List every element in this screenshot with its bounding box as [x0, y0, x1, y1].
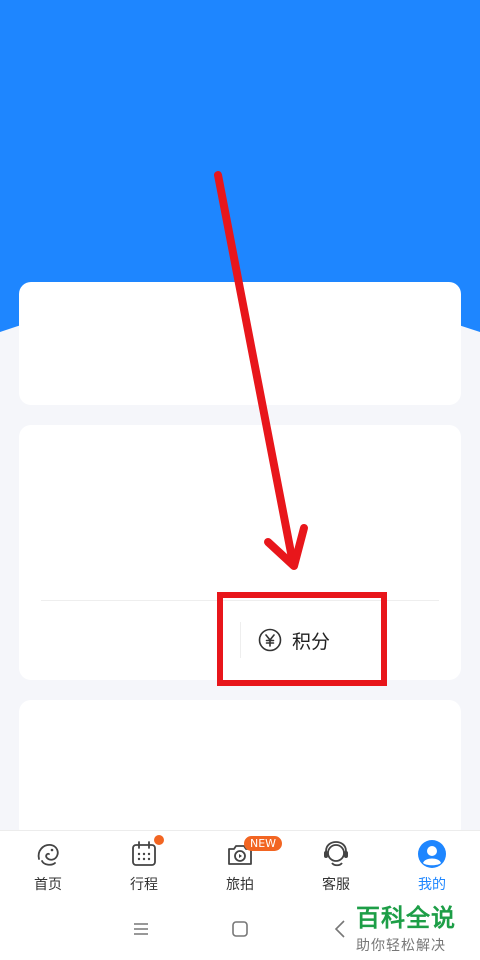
watermark-subtitle: 助你轻松解决 — [356, 938, 446, 954]
annotation-highlight-box — [217, 592, 387, 686]
headset-icon — [324, 841, 348, 867]
tab-label: 旅拍 — [226, 877, 254, 893]
tab-service[interactable]: 客服 — [288, 831, 384, 897]
user-icon — [418, 840, 446, 868]
tab-itinerary[interactable]: 行程 — [96, 831, 192, 897]
back-icon[interactable] — [326, 914, 356, 944]
tab-mine[interactable]: 我的 — [384, 831, 480, 897]
notification-dot — [154, 835, 164, 845]
tab-home[interactable]: 首页 — [0, 831, 96, 897]
menu-icon[interactable] — [126, 914, 156, 944]
home-square-icon[interactable] — [225, 914, 255, 944]
new-badge: NEW — [244, 836, 283, 851]
tab-label: 首页 — [34, 877, 62, 893]
tab-label: 行程 — [130, 877, 158, 893]
tab-label: 客服 — [322, 877, 350, 893]
dolphin-icon — [37, 844, 59, 866]
tab-label: 我的 — [418, 877, 446, 893]
bottom-tab-bar: 首页 行程 NEW 旅拍 客服 我的 — [0, 830, 480, 896]
watermark-title: 百科全说 — [356, 904, 456, 932]
tab-travel-photo[interactable]: NEW 旅拍 — [192, 831, 288, 897]
watermark: 百科全说 助你轻松解决 — [356, 898, 476, 956]
service-card — [19, 700, 461, 840]
profile-card — [19, 282, 461, 405]
